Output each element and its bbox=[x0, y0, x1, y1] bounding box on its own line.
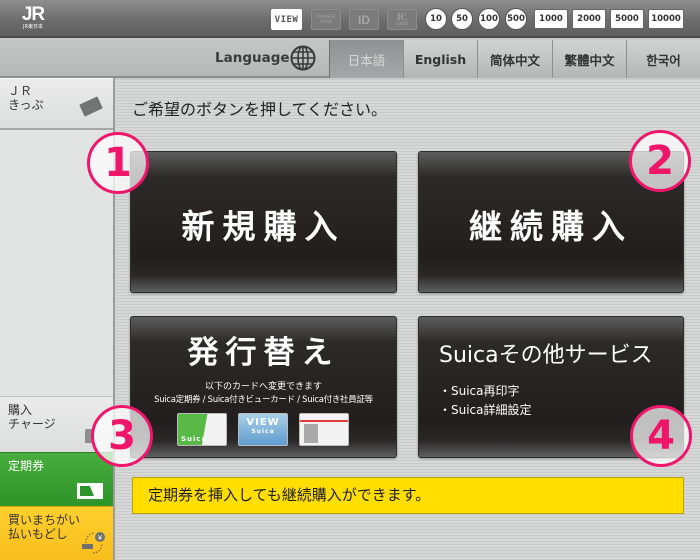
sidebar-item-label: 購入 bbox=[8, 403, 33, 417]
tab-language-traditional-chinese[interactable]: 繁體中文 bbox=[552, 40, 626, 78]
other-services-item: ・Suica再印字 bbox=[439, 384, 520, 398]
other-services-item: ・Suica詳細設定 bbox=[439, 403, 532, 417]
coin-100-indicator: 100 bbox=[478, 8, 500, 30]
coin-500-indicator: 500 bbox=[505, 8, 527, 30]
reissue-description: 以下のカードへ変更できます bbox=[204, 382, 322, 392]
tab-language-english[interactable]: English bbox=[403, 40, 477, 78]
callout-number-1: 1 bbox=[87, 132, 149, 194]
instruction-text: ご希望のボタンを押してください。 bbox=[132, 100, 388, 119]
bill-5000-indicator: 5000 bbox=[610, 9, 644, 29]
sidebar-item-label: 買いまちがい bbox=[8, 513, 81, 527]
orange-card-indicator: ORANGE CARD bbox=[311, 9, 341, 30]
callout-number-3: 3 bbox=[91, 405, 153, 467]
new-purchase-button[interactable]: 新規購入 bbox=[130, 151, 397, 293]
ic-card-sublabel: CARD bbox=[396, 21, 408, 26]
coin-50-indicator: 50 bbox=[451, 8, 473, 30]
suica-card-label: Suica bbox=[181, 435, 208, 443]
tab-language-korean[interactable]: 한국어 bbox=[626, 40, 700, 78]
sidebar-item-label: 定期券 bbox=[8, 459, 45, 473]
other-services-title: Suicaその他サービス bbox=[439, 343, 653, 368]
bill-1000-indicator: 1000 bbox=[534, 9, 568, 29]
callout-number-4: 4 bbox=[630, 405, 692, 467]
staff-id-card-image bbox=[299, 413, 349, 446]
new-purchase-label: 新規購入 bbox=[181, 207, 346, 246]
svg-text:¥: ¥ bbox=[98, 534, 103, 542]
view-suica-card-image: VIEW Suica bbox=[238, 413, 288, 446]
ic-card-label: IC bbox=[396, 12, 407, 22]
ic-card-indicator: IC CARD bbox=[387, 9, 417, 30]
tab-language-japanese[interactable]: 日本語 bbox=[329, 40, 403, 78]
language-bar: Language 日本語 English 简体中文 繁體中文 한국어 bbox=[0, 40, 700, 78]
main-panel: ご希望のボタンを押してください。 新規購入 継続購入 発行替え 以下のカードへ変… bbox=[115, 80, 700, 560]
commuter-pass-icon bbox=[77, 483, 103, 499]
reissue-title: 発行替え bbox=[187, 335, 340, 371]
view-card-indicator: VIEW bbox=[271, 9, 302, 30]
reissue-card-types: Suica定期券 / Suica付きビューカード / Suica付き社員証等 bbox=[154, 395, 373, 405]
bill-10000-indicator: 10000 bbox=[648, 9, 684, 29]
callout-number-2: 2 bbox=[629, 130, 691, 192]
globe-icon bbox=[290, 45, 316, 71]
sidebar-item-jr-ticket[interactable]: ＪＲ きっぷ bbox=[0, 78, 113, 130]
jr-logo-mark: JR bbox=[21, 4, 45, 25]
sidebar-item-commuter-pass[interactable]: 定期券 bbox=[0, 452, 113, 506]
continue-purchase-label: 継続購入 bbox=[469, 207, 633, 246]
sidebar-item-refund[interactable]: 買いまちがい 払いもどし ¥ bbox=[0, 506, 113, 560]
pasmo-card-indicator: ID bbox=[349, 9, 379, 30]
tab-language-simplified-chinese[interactable]: 简体中文 bbox=[477, 40, 552, 78]
bill-2000-indicator: 2000 bbox=[572, 9, 606, 29]
language-label: Language bbox=[215, 50, 290, 66]
reissue-button[interactable]: 発行替え 以下のカードへ変更できます Suica定期券 / Suica付きビュー… bbox=[130, 316, 397, 458]
jr-logo: JR JR東日本 bbox=[16, 5, 50, 33]
notice-banner: 定期券を挿入しても継続購入ができます。 bbox=[132, 477, 684, 514]
refund-icon: ¥ bbox=[82, 532, 105, 554]
coin-10-indicator: 10 bbox=[425, 8, 447, 30]
suica-card-image: Suica bbox=[177, 413, 227, 446]
top-header: JR JR東日本 VIEW ORANGE CARD ID IC CARD 10 … bbox=[0, 0, 700, 38]
